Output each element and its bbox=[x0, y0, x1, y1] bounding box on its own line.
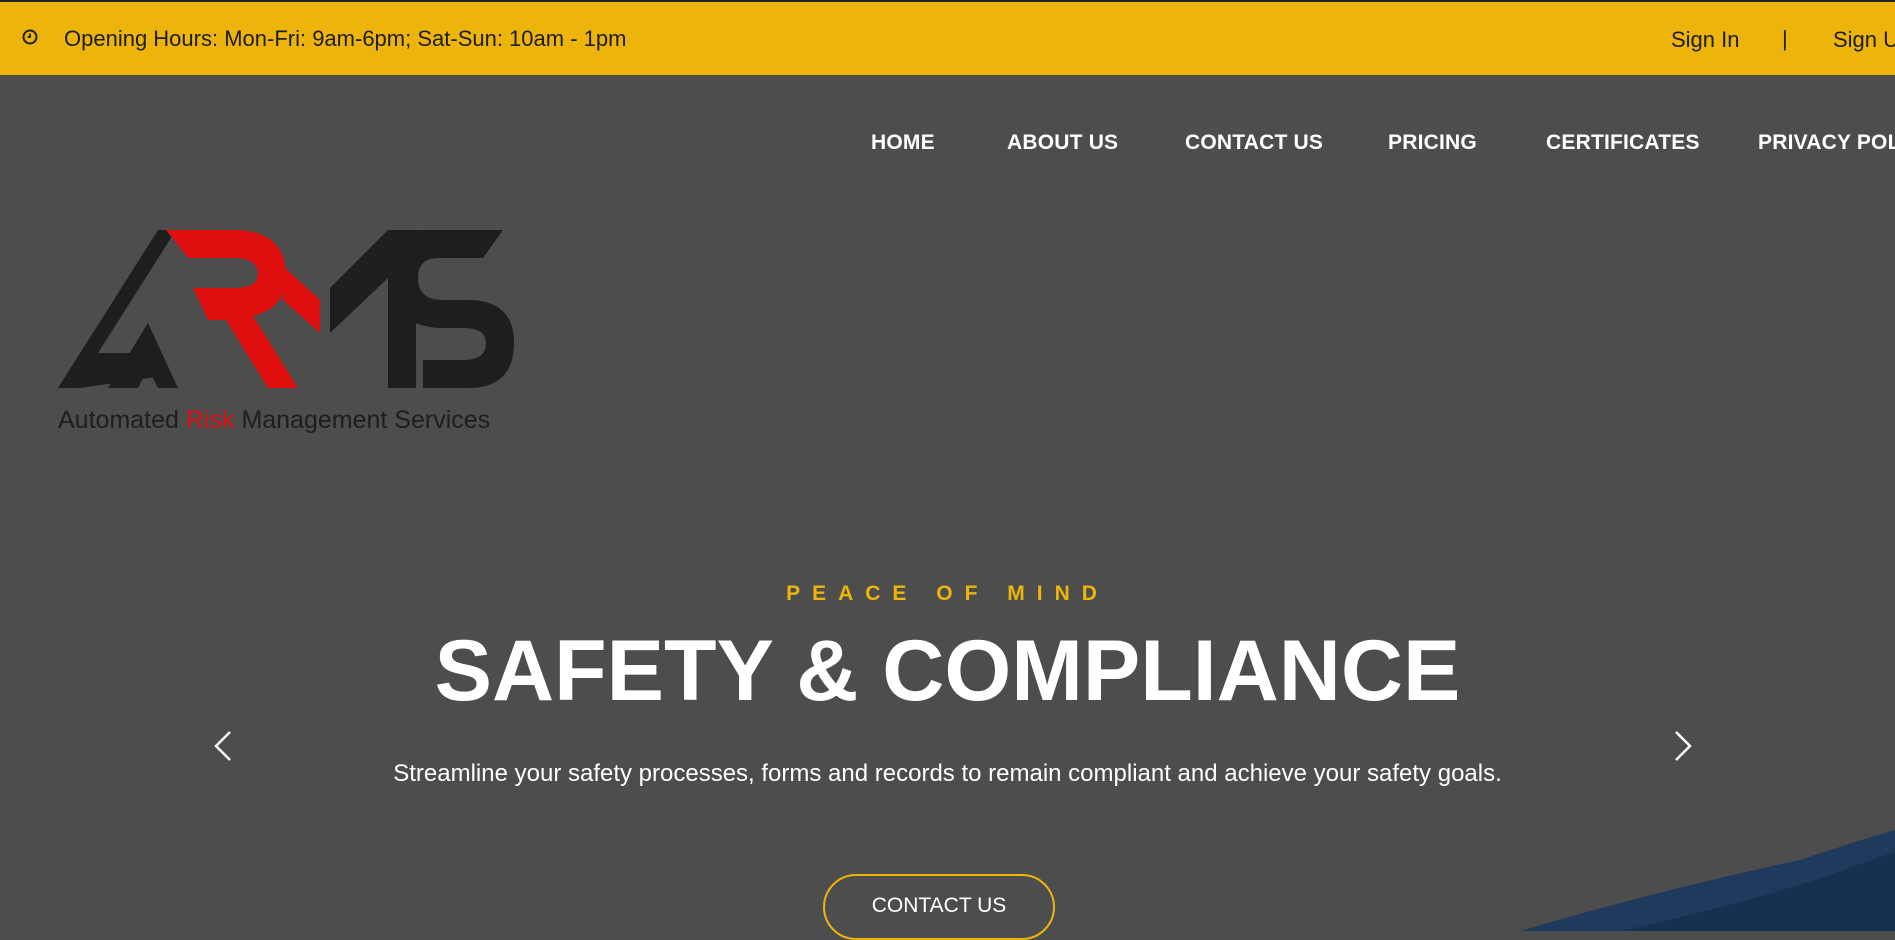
nav-certificates[interactable]: CERTIFICATES bbox=[1546, 131, 1700, 155]
nav-about-us[interactable]: ABOUT US bbox=[1007, 131, 1118, 155]
contact-us-button[interactable]: CONTACT US bbox=[823, 874, 1055, 940]
arms-logo[interactable] bbox=[58, 228, 514, 428]
top-bar: Opening Hours: Mon-Fri: 9am-6pm; Sat-Sun… bbox=[0, 0, 1895, 75]
background-wave-image bbox=[1520, 830, 1895, 931]
chevron-left-icon[interactable] bbox=[212, 728, 236, 764]
tagline-management-services: Management Services bbox=[241, 406, 491, 434]
tagline-risk: Risk bbox=[185, 406, 235, 434]
sign-in-link[interactable]: Sign In bbox=[1671, 27, 1740, 53]
tagline-automated: Automated bbox=[58, 406, 179, 434]
sign-up-link[interactable]: Sign Up bbox=[1833, 27, 1895, 53]
logo-tagline: Automated Risk Management Services bbox=[58, 406, 490, 435]
hero-subtitle: PEACE OF MIND bbox=[786, 582, 1109, 605]
nav-pricing[interactable]: PRICING bbox=[1388, 131, 1477, 155]
chevron-right-icon[interactable] bbox=[1670, 728, 1694, 764]
nav-contact-us[interactable]: CONTACT US bbox=[1185, 131, 1323, 155]
nav-home[interactable]: HOME bbox=[871, 131, 935, 155]
opening-hours-text: Opening Hours: Mon-Fri: 9am-6pm; Sat-Sun… bbox=[64, 26, 627, 51]
hero-title: SAFETY & COMPLIANCE bbox=[434, 623, 1461, 719]
nav-privacy-policy[interactable]: PRIVACY POLICY bbox=[1758, 131, 1895, 155]
hero-description: Streamline your safety processes, forms … bbox=[393, 760, 1502, 787]
auth-separator: | bbox=[1782, 26, 1788, 51]
clock-icon bbox=[22, 29, 38, 45]
